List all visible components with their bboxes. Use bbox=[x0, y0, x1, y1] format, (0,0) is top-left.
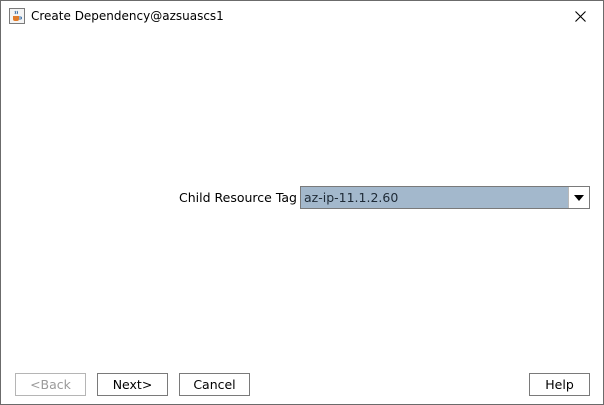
chevron-down-icon bbox=[574, 194, 584, 201]
close-icon bbox=[574, 11, 586, 22]
close-button[interactable] bbox=[557, 1, 603, 32]
back-button[interactable]: <Back bbox=[15, 373, 86, 396]
java-coffee-icon bbox=[9, 8, 25, 24]
title-bar[interactable]: Create Dependency@azsuascs1 bbox=[1, 1, 603, 32]
child-resource-tag-dropdown[interactable]: az-ip-11.1.2.60 bbox=[300, 186, 590, 209]
dialog-window: Create Dependency@azsuascs1 Child Resour… bbox=[0, 0, 604, 405]
next-button[interactable]: Next> bbox=[97, 373, 168, 396]
help-button[interactable]: Help bbox=[529, 373, 590, 396]
dialog-content: Child Resource Tag az-ip-11.1.2.60 <Back… bbox=[1, 32, 603, 404]
window-title: Create Dependency@azsuascs1 bbox=[31, 9, 224, 23]
dropdown-arrow-button[interactable] bbox=[568, 187, 589, 208]
child-resource-tag-label: Child Resource Tag bbox=[179, 190, 297, 205]
cancel-button[interactable]: Cancel bbox=[179, 373, 250, 396]
child-resource-tag-value: az-ip-11.1.2.60 bbox=[304, 190, 399, 205]
